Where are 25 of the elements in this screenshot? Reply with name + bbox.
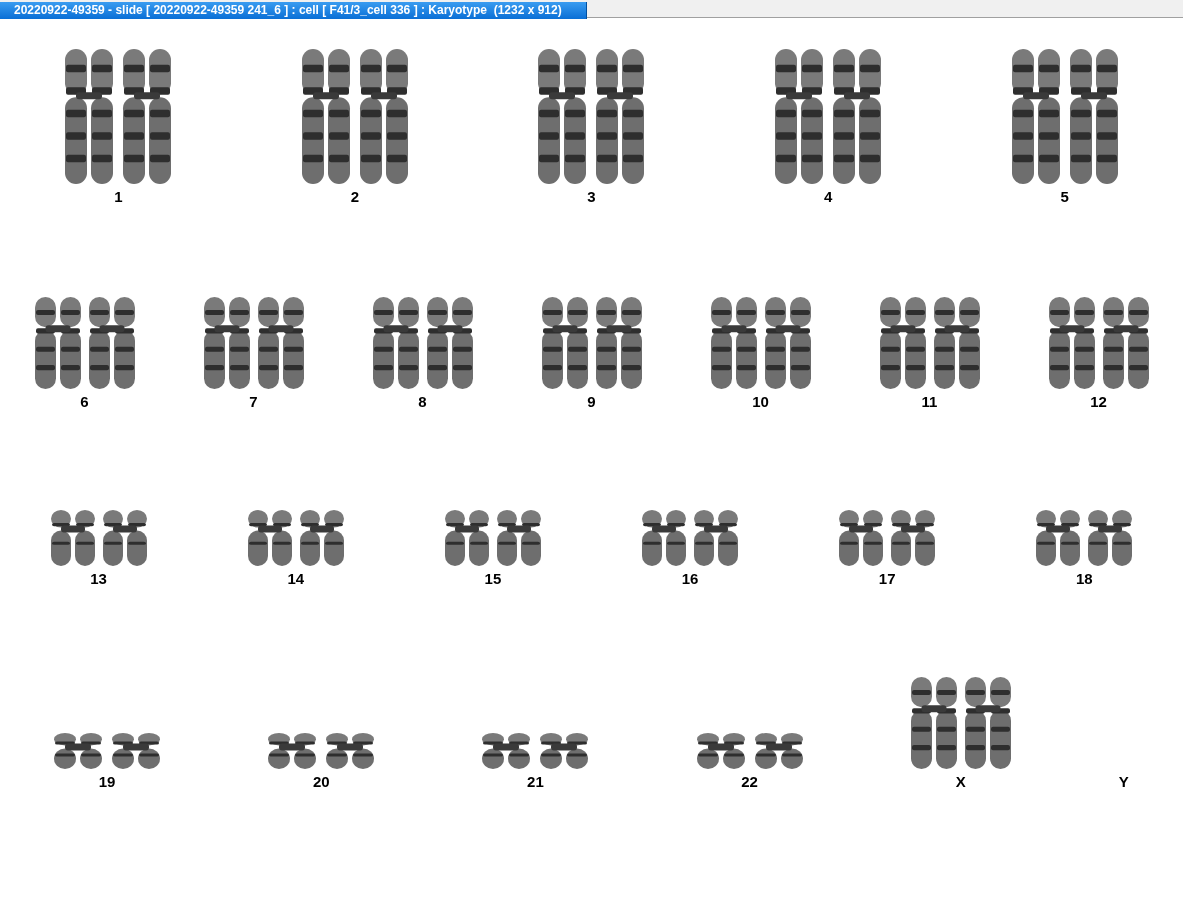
chromosome-label: 22 — [741, 773, 758, 790]
chromosome-label: 20 — [312, 773, 330, 790]
chromosome-label: 8 — [418, 393, 427, 410]
chromosome-label: 19 — [98, 773, 116, 790]
chromosome-label: 4 — [823, 188, 833, 205]
chromosome-label: 3 — [587, 188, 596, 205]
chromosome-label: 7 — [249, 393, 258, 410]
chromosome-label: 12 — [1090, 393, 1107, 410]
chromosome-label: 13 — [90, 570, 107, 587]
chromosome-label: 18 — [1076, 570, 1093, 587]
chromosome-label: 16 — [681, 570, 699, 587]
window-title: 20220922-49359 - slide [ 20220922-49359 241_6 ] : cell [ F41/3_cell 336 ] : Karyotype (1232 x 912) — [0, 2, 587, 19]
chromosome-label: 15 — [484, 570, 502, 587]
chromosome-label: X — [955, 773, 966, 790]
chromosome-label: 1 — [114, 188, 123, 205]
chromosome-label: 14 — [287, 570, 305, 587]
chromosome-label: 9 — [587, 393, 596, 410]
chromosome-label: 6 — [80, 393, 89, 410]
chromosome-label: 17 — [878, 570, 896, 587]
chromosome-label: 2 — [350, 188, 360, 205]
chromosome-label: 10 — [752, 393, 769, 410]
chromosome-label: 11 — [921, 393, 938, 410]
chromosome-label: 21 — [527, 773, 544, 790]
chromosome-label: 5 — [1060, 188, 1069, 205]
chromosome-label: Y — [1118, 773, 1129, 790]
